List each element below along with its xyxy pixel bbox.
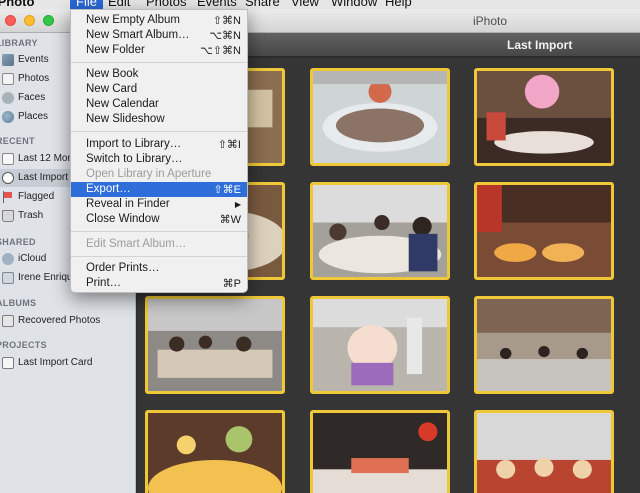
window-title: iPhoto bbox=[472, 14, 508, 28]
menu-item-export[interactable]: Export… ⇧⌘E bbox=[71, 182, 247, 197]
menu-item-shortcut: ⇧⌘E bbox=[213, 184, 241, 196]
menu-item-new-smart-album[interactable]: New Smart Album… ⌥⌘N bbox=[71, 28, 247, 43]
menu-separator bbox=[71, 62, 247, 63]
menu-events[interactable]: Events bbox=[197, 0, 237, 9]
sidebar-item-label: Last Import bbox=[18, 172, 69, 183]
fullscreen-window-icon[interactable] bbox=[43, 15, 54, 26]
sidebar-item-recovered-photos[interactable]: Recovered Photos bbox=[0, 312, 135, 330]
menu-item-shortcut: ⌥⌘N bbox=[209, 30, 241, 42]
sidebar-item-label: iCloud bbox=[18, 253, 47, 264]
menu-item-print[interactable]: Print… ⌘P bbox=[71, 276, 247, 291]
menu-item-label: Print… bbox=[86, 277, 122, 289]
photo-thumbnail[interactable] bbox=[474, 296, 614, 394]
menu-item-shortcut: ⌘W bbox=[219, 214, 241, 226]
menu-item-import-to-library[interactable]: Import to Library… ⇧⌘I bbox=[71, 137, 247, 152]
menu-item-label: Import to Library… bbox=[86, 138, 182, 150]
photo-thumbnail[interactable] bbox=[474, 410, 614, 493]
menu-item-new-folder[interactable]: New Folder ⌥⇧⌘N bbox=[71, 43, 247, 58]
menu-help[interactable]: Help bbox=[385, 0, 412, 9]
events-icon bbox=[2, 54, 14, 66]
submenu-arrow-icon: ▶ bbox=[234, 200, 241, 209]
menu-separator bbox=[71, 131, 247, 132]
menu-item-new-calendar[interactable]: New Calendar bbox=[71, 97, 247, 112]
photo-thumbnail[interactable] bbox=[474, 182, 614, 280]
sidebar-header-albums: ALBUMS bbox=[0, 298, 37, 308]
menu-edit[interactable]: Edit bbox=[108, 0, 130, 9]
menu-item-new-slideshow[interactable]: New Slideshow bbox=[71, 112, 247, 127]
menu-item-label: Open Library in Aperture bbox=[86, 168, 212, 180]
photos-icon bbox=[2, 73, 14, 85]
sidebar-header-recent: RECENT bbox=[0, 136, 35, 146]
menu-window[interactable]: Window bbox=[331, 0, 377, 9]
menu-item-label: New Book bbox=[86, 68, 139, 80]
menu-item-label: New Folder bbox=[86, 44, 145, 56]
album-icon bbox=[2, 315, 14, 327]
menu-item-shortcut: ⌥⇧⌘N bbox=[200, 45, 241, 57]
menu-item-label: New Calendar bbox=[86, 98, 159, 110]
sidebar-item-label: Faces bbox=[18, 92, 46, 103]
menu-separator bbox=[71, 231, 247, 232]
menu-item-label: Edit Smart Album… bbox=[86, 238, 187, 250]
menu-item-open-library-in-aperture: Open Library in Aperture bbox=[71, 167, 247, 182]
menu-item-shortcut: ⌘P bbox=[222, 278, 241, 290]
calendar-icon bbox=[2, 153, 14, 165]
menu-item-shortcut: ⇧⌘N bbox=[212, 15, 241, 27]
menu-item-label: Close Window bbox=[86, 213, 160, 225]
menu-item-new-empty-album[interactable]: New Empty Album ⇧⌘N bbox=[71, 13, 247, 28]
menu-view[interactable]: View bbox=[291, 0, 319, 9]
sidebar-item-label: Trash bbox=[18, 210, 44, 221]
sidebar-item-label: Recovered Photos bbox=[18, 315, 101, 326]
sidebar-item-label: Last Import Card bbox=[18, 357, 93, 368]
clock-icon bbox=[2, 172, 14, 184]
photo-thumbnail[interactable] bbox=[310, 182, 450, 280]
menu-item-label: Export… bbox=[86, 183, 131, 195]
menu-item-edit-smart-album: Edit Smart Album… bbox=[71, 237, 247, 252]
menu-item-new-card[interactable]: New Card bbox=[71, 82, 247, 97]
menu-item-switch-to-library[interactable]: Switch to Library… bbox=[71, 152, 247, 167]
content-title: Last Import bbox=[507, 38, 573, 52]
cloud-icon bbox=[2, 253, 14, 265]
menu-separator bbox=[71, 256, 247, 257]
file-menu-dropdown: New Empty Album ⇧⌘N New Smart Album… ⌥⌘N… bbox=[70, 9, 248, 293]
menu-item-label: Reveal in Finder bbox=[86, 198, 170, 210]
shared-stream-icon bbox=[2, 272, 14, 284]
menu-item-order-prints[interactable]: Order Prints… bbox=[71, 261, 247, 276]
sidebar-item-label: Flagged bbox=[18, 191, 55, 202]
menu-item-new-book[interactable]: New Book bbox=[71, 67, 247, 82]
flag-icon bbox=[2, 191, 14, 203]
menu-item-reveal-in-finder[interactable]: Reveal in Finder ▶ bbox=[71, 197, 247, 212]
sidebar-header-shared: SHARED bbox=[0, 237, 36, 247]
menu-photos[interactable]: Photos bbox=[146, 0, 186, 9]
menu-item-shortcut: ⇧⌘I bbox=[217, 139, 241, 151]
sidebar-item-last-import-card[interactable]: Last Import Card bbox=[0, 354, 135, 372]
menu-item-label: New Card bbox=[86, 83, 138, 95]
menu-item-label: Order Prints… bbox=[86, 262, 160, 274]
menu-app-name[interactable]: iPhoto bbox=[0, 0, 34, 9]
photo-thumbnail[interactable] bbox=[145, 410, 285, 493]
photo-thumbnail[interactable] bbox=[310, 296, 450, 394]
menu-item-close-window[interactable]: Close Window ⌘W bbox=[71, 212, 247, 227]
sidebar-item-label: Photos bbox=[18, 73, 50, 84]
photo-thumbnail[interactable] bbox=[310, 68, 450, 166]
menu-item-label: New Smart Album… bbox=[86, 29, 190, 41]
faces-icon bbox=[2, 92, 14, 104]
menu-bar: iPhoto File Edit Photos Events Share Vie… bbox=[0, 0, 640, 9]
sidebar-item-label: Events bbox=[18, 54, 49, 65]
menu-share[interactable]: Share bbox=[245, 0, 280, 9]
minimize-window-icon[interactable] bbox=[24, 15, 35, 26]
photo-thumbnail[interactable] bbox=[474, 68, 614, 166]
card-project-icon bbox=[2, 357, 14, 369]
menu-file[interactable]: File bbox=[70, 0, 103, 9]
sidebar-header-library: LIBRARY bbox=[0, 38, 38, 48]
photo-thumbnail[interactable] bbox=[310, 410, 450, 493]
globe-icon bbox=[2, 111, 14, 123]
menu-item-label: Switch to Library… bbox=[86, 153, 183, 165]
trash-icon bbox=[2, 210, 14, 222]
photo-thumbnail[interactable] bbox=[145, 296, 285, 394]
close-window-icon[interactable] bbox=[5, 15, 16, 26]
menu-item-label: New Slideshow bbox=[86, 113, 165, 125]
menu-item-label: New Empty Album bbox=[86, 14, 180, 26]
sidebar-item-label: Places bbox=[18, 111, 49, 122]
sidebar-header-projects: PROJECTS bbox=[0, 340, 47, 350]
